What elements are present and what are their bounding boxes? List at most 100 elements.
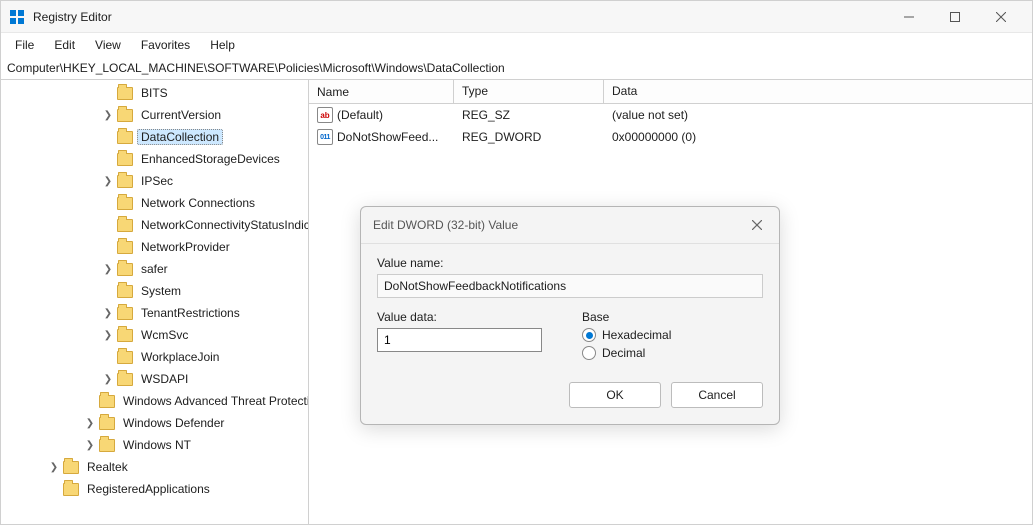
folder-icon (63, 483, 79, 496)
value-data: 0x00000000 (0) (604, 130, 1032, 144)
folder-icon (117, 197, 133, 210)
folder-icon (99, 395, 115, 408)
value-name: DoNotShowFeed... (337, 130, 438, 144)
tree-item-label: Windows Advanced Threat Protection (119, 393, 309, 409)
tree-item-label: NetworkProvider (137, 239, 234, 255)
tree-item[interactable]: WorkplaceJoin (1, 346, 308, 368)
folder-icon (117, 109, 133, 122)
tree-item-label: Windows NT (119, 437, 195, 453)
base-label: Base (582, 310, 763, 324)
expand-icon[interactable]: ❯ (101, 328, 115, 342)
menu-file[interactable]: File (5, 35, 44, 55)
expand-icon[interactable]: ❯ (101, 306, 115, 320)
folder-icon (99, 417, 115, 430)
value-row[interactable]: (Default)REG_SZ(value not set) (309, 104, 1032, 126)
expand-icon[interactable]: ❯ (83, 438, 97, 452)
folder-icon (117, 351, 133, 364)
value-row[interactable]: DoNotShowFeed... REG_DWORD0x00000000 (0) (309, 126, 1032, 148)
value-data-input[interactable] (377, 328, 542, 352)
value-name-label: Value name: (377, 256, 763, 270)
value-type: REG_SZ (454, 108, 604, 122)
tree-item-label: Realtek (83, 459, 132, 475)
expand-icon[interactable]: ❯ (101, 372, 115, 386)
ok-button[interactable]: OK (569, 382, 661, 408)
col-header-name[interactable]: Name (309, 80, 454, 103)
tree-item-label: BITS (137, 85, 172, 101)
folder-icon (117, 307, 133, 320)
dword-value-icon (317, 129, 333, 145)
radio-hex-label: Hexadecimal (602, 328, 671, 342)
menu-favorites[interactable]: Favorites (131, 35, 200, 55)
radio-decimal[interactable]: Decimal (582, 346, 763, 360)
tree-item-label: WorkplaceJoin (137, 349, 223, 365)
radio-hexadecimal[interactable]: Hexadecimal (582, 328, 763, 342)
tree-item-label: CurrentVersion (137, 107, 225, 123)
tree-item[interactable]: ❯safer (1, 258, 308, 280)
tree-item-label: IPSec (137, 173, 177, 189)
tree-item[interactable]: System (1, 280, 308, 302)
tree-item[interactable]: ❯ WSDAPI (1, 368, 308, 390)
expand-icon[interactable]: ❯ (101, 174, 115, 188)
tree-item[interactable]: ❯ Windows NT (1, 434, 308, 456)
address-bar[interactable]: Computer\HKEY_LOCAL_MACHINE\SOFTWARE\Pol… (1, 57, 1032, 80)
tree-pane[interactable]: BITS ❯ CurrentVersion DataCollection Enhance… (1, 80, 309, 524)
tree-item[interactable]: ❯ CurrentVersion (1, 104, 308, 126)
folder-icon (117, 175, 133, 188)
menu-help[interactable]: Help (200, 35, 245, 55)
edit-dword-dialog: Edit DWORD (32-bit) Value Value name: Do… (360, 206, 780, 425)
col-header-data[interactable]: Data (604, 80, 1032, 103)
tree-item-label: Windows Defender (119, 415, 228, 431)
tree-item[interactable]: NetworkProvider (1, 236, 308, 258)
folder-icon (117, 263, 133, 276)
tree-item[interactable]: Network Connections (1, 192, 308, 214)
folder-icon (117, 285, 133, 298)
cancel-button[interactable]: Cancel (671, 382, 763, 408)
tree-item[interactable]: RegisteredApplications (1, 478, 308, 500)
radio-dec-icon (582, 346, 596, 360)
folder-icon (63, 461, 79, 474)
app-icon (9, 9, 25, 25)
radio-hex-icon (582, 328, 596, 342)
expand-icon[interactable]: ❯ (101, 262, 115, 276)
tree-item-label: TenantRestrictions (137, 305, 244, 321)
menu-view[interactable]: View (85, 35, 131, 55)
radio-dec-label: Decimal (602, 346, 645, 360)
folder-icon (117, 131, 133, 144)
tree-item[interactable]: EnhancedStorageDevices (1, 148, 308, 170)
titlebar: Registry Editor (1, 1, 1032, 33)
dialog-title: Edit DWORD (32-bit) Value (373, 218, 518, 232)
value-name-field[interactable]: DoNotShowFeedbackNotifications (377, 274, 763, 298)
tree-item-label: EnhancedStorageDevices (137, 151, 284, 167)
expand-icon[interactable]: ❯ (101, 108, 115, 122)
folder-icon (117, 219, 133, 232)
close-button[interactable] (978, 1, 1024, 33)
values-header: Name Type Data (309, 80, 1032, 104)
value-type: REG_DWORD (454, 130, 604, 144)
tree-item[interactable]: BITS (1, 82, 308, 104)
menubar: File Edit View Favorites Help (1, 33, 1032, 57)
tree-item-label: Network Connections (137, 195, 259, 211)
tree-item[interactable]: DataCollection (1, 126, 308, 148)
tree-item[interactable]: ❯ TenantRestrictions (1, 302, 308, 324)
col-header-type[interactable]: Type (454, 80, 604, 103)
tree-item[interactable]: ❯ Realtek (1, 456, 308, 478)
maximize-button[interactable] (932, 1, 978, 33)
tree-item[interactable]: ❯WcmSvc (1, 324, 308, 346)
tree-item-label: WSDAPI (137, 371, 192, 387)
tree-item[interactable]: ❯ Windows Defender (1, 412, 308, 434)
tree-item[interactable]: Windows Advanced Threat Protection (1, 390, 308, 412)
menu-edit[interactable]: Edit (44, 35, 85, 55)
minimize-button[interactable] (886, 1, 932, 33)
value-name: (Default) (337, 108, 383, 122)
expand-icon[interactable]: ❯ (83, 416, 97, 430)
dialog-close-icon[interactable] (747, 215, 767, 235)
tree-item-label: NetworkConnectivityStatusIndicator (137, 217, 309, 233)
string-value-icon (317, 107, 333, 123)
folder-icon (117, 373, 133, 386)
expand-icon[interactable]: ❯ (47, 460, 61, 474)
tree-item[interactable]: ❯ IPSec (1, 170, 308, 192)
folder-icon (117, 241, 133, 254)
tree-item[interactable]: NetworkConnectivityStatusIndicator (1, 214, 308, 236)
tree-item-label: RegisteredApplications (83, 481, 214, 497)
folder-icon (117, 153, 133, 166)
